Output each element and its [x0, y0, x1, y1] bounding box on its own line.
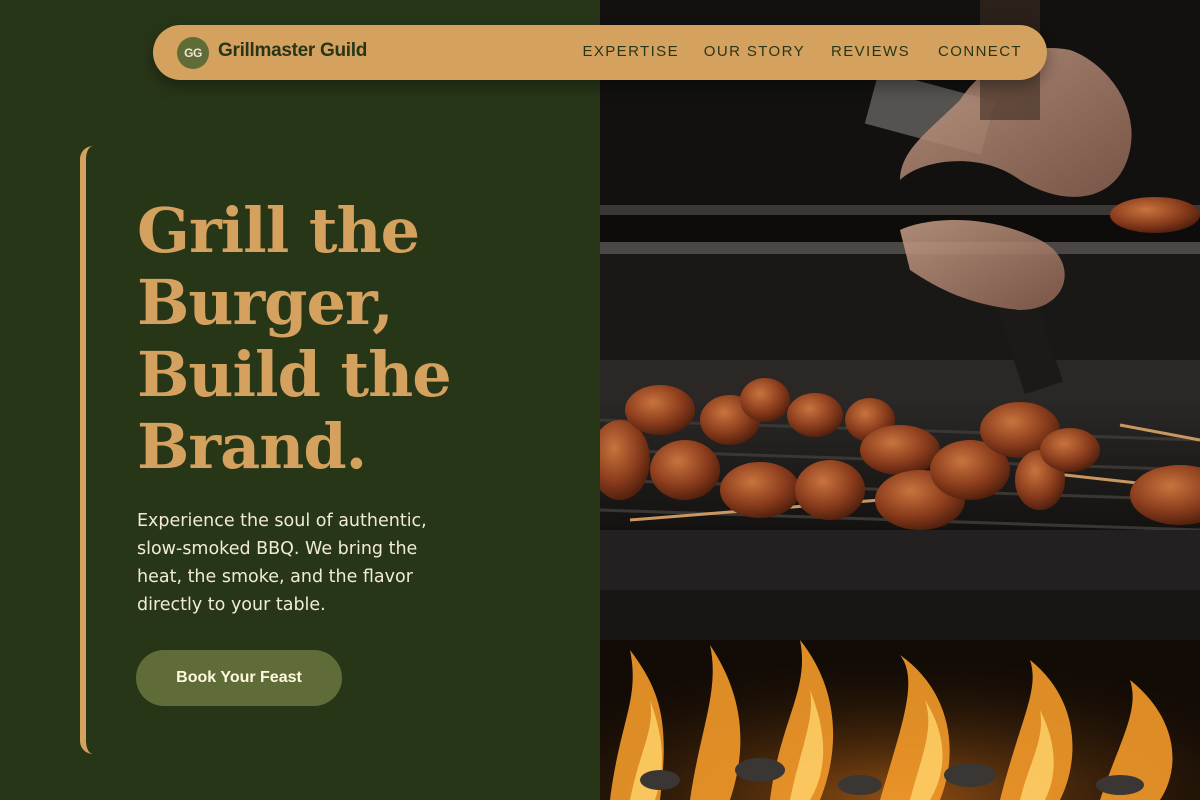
nav-link-expertise[interactable]: EXPERTISE [582, 43, 679, 60]
hero-subtext: Experience the soul of authentic, slow-s… [137, 507, 467, 619]
grill-photo [600, 0, 1200, 800]
accent-bar [80, 146, 93, 754]
nav-link-our-story[interactable]: OUR STORY [704, 43, 805, 60]
subtext-line: directly to your table. [137, 595, 326, 615]
hero-left-panel: Grill the Burger, Build the Brand. Exper… [0, 0, 600, 800]
book-feast-button[interactable]: Book Your Feast [136, 650, 342, 706]
headline-line: Burger, [137, 266, 394, 339]
nav-link-reviews[interactable]: REVIEWS [831, 43, 910, 60]
hero-headline: Grill the Burger, Build the Brand. [137, 195, 557, 483]
brand-name[interactable]: Grillmaster Guild [218, 40, 367, 62]
top-navbar: GG Grillmaster Guild EXPERTISE OUR STORY… [153, 25, 1047, 80]
headline-line: Grill the [137, 194, 420, 267]
subtext-line: slow-smoked BBQ. We bring the [137, 539, 418, 559]
hero-image [600, 0, 1200, 800]
headline-line: Build the [137, 338, 452, 411]
subtext-line: Experience the soul of authentic, [137, 511, 427, 531]
logo-badge[interactable]: GG [177, 37, 209, 69]
nav-link-connect[interactable]: CONNECT [938, 43, 1022, 60]
subtext-line: heat, the smoke, and the flavor [137, 567, 413, 587]
headline-line: Brand. [137, 410, 367, 483]
